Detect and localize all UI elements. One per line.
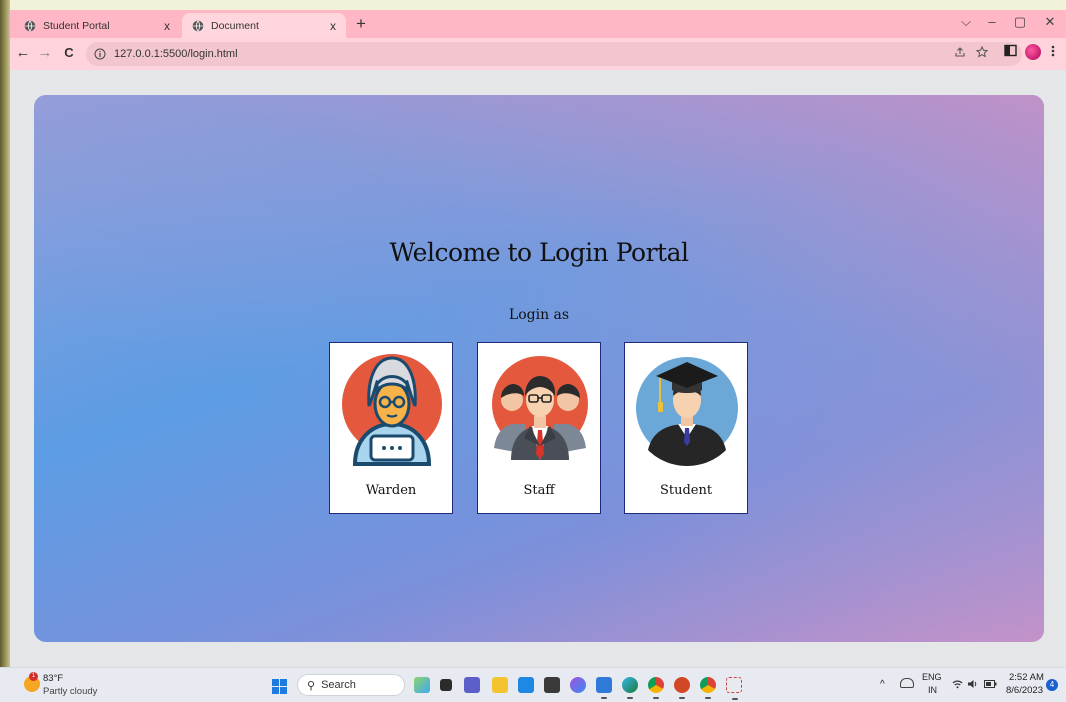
close-tab-icon[interactable]: x bbox=[164, 19, 170, 33]
powerpoint-app-icon[interactable] bbox=[674, 677, 690, 699]
bookmark-star-icon[interactable] bbox=[976, 46, 988, 58]
staff-group-icon bbox=[492, 356, 588, 460]
back-button[interactable]: ← bbox=[14, 44, 32, 61]
staff-login-card[interactable]: Staff bbox=[477, 342, 601, 514]
search-placeholder: Search bbox=[321, 679, 356, 691]
tab-title: Student Portal bbox=[43, 19, 110, 32]
chrome-browser-icon[interactable] bbox=[648, 677, 664, 699]
graduate-student-icon bbox=[636, 357, 738, 466]
tab-title: Document bbox=[211, 19, 259, 32]
tab-student-portal[interactable]: Student Portal x bbox=[14, 13, 180, 38]
site-info-icon[interactable] bbox=[94, 48, 106, 60]
student-login-card[interactable]: Student bbox=[624, 342, 748, 514]
teams-chat-icon[interactable] bbox=[464, 677, 480, 693]
task-view-icon[interactable] bbox=[440, 679, 452, 691]
reload-button[interactable]: C bbox=[60, 45, 78, 60]
profile-avatar[interactable] bbox=[1025, 44, 1041, 60]
terminal-app-icon[interactable] bbox=[544, 677, 560, 693]
tab-bar: Student Portal x Document x + ⌵ – ▢ ✕ bbox=[10, 10, 1066, 38]
vscode-app-icon[interactable] bbox=[596, 677, 612, 699]
notification-count-badge[interactable]: 4 bbox=[1046, 679, 1058, 691]
speaker-icon[interactable] bbox=[967, 679, 978, 689]
warden-login-card[interactable]: Warden bbox=[329, 342, 453, 514]
tab-search-dropdown-icon[interactable]: ⌵ bbox=[956, 14, 976, 30]
staff-label: Staff bbox=[523, 483, 555, 498]
weather-condition[interactable]: Partly cloudy bbox=[43, 686, 97, 697]
globe-icon bbox=[192, 20, 204, 31]
side-panel-icon[interactable] bbox=[1004, 44, 1017, 57]
address-bar[interactable]: 127.0.0.1:5500/login.html bbox=[86, 42, 1022, 66]
browser-toolbar: ← → C 127.0.0.1:5500/login.html bbox=[10, 38, 1066, 70]
warden-label: Warden bbox=[365, 483, 417, 498]
app-l-icon[interactable] bbox=[518, 677, 534, 693]
student-label: Student bbox=[659, 483, 713, 498]
widgets-app-icon[interactable] bbox=[414, 677, 430, 693]
page-viewport: Welcome to Login Portal Login as Warden … bbox=[10, 70, 1066, 667]
clock-date[interactable]: 8/6/2023 bbox=[1006, 685, 1043, 696]
snipping-tool-icon[interactable] bbox=[726, 677, 742, 700]
weather-temperature[interactable]: 83°F bbox=[43, 673, 63, 684]
browser-window: Student Portal x Document x + ⌵ – ▢ ✕ ← … bbox=[10, 10, 1066, 667]
copilot-app-icon[interactable] bbox=[570, 677, 586, 693]
edge-browser-icon[interactable] bbox=[622, 677, 638, 699]
new-tab-button[interactable]: + bbox=[351, 14, 371, 34]
taskbar-search[interactable]: ⚲ Search bbox=[297, 674, 405, 696]
weather-badge: 1 bbox=[29, 672, 38, 681]
wifi-icon[interactable] bbox=[952, 679, 963, 689]
globe-icon bbox=[24, 20, 36, 31]
onedrive-cloud-icon[interactable] bbox=[900, 678, 914, 688]
tab-document[interactable]: Document x bbox=[182, 13, 346, 38]
warden-avatar-icon bbox=[342, 354, 442, 466]
login-as-label: Login as bbox=[508, 307, 570, 323]
login-hero-panel: Welcome to Login Portal Login as Warden … bbox=[34, 95, 1044, 642]
forward-button[interactable]: → bbox=[36, 44, 54, 61]
chrome-profile-icon[interactable] bbox=[700, 677, 716, 699]
close-window-button[interactable]: ✕ bbox=[1040, 14, 1060, 30]
share-icon[interactable] bbox=[954, 46, 966, 58]
search-icon: ⚲ bbox=[307, 679, 316, 692]
page-title: Welcome to Login Portal bbox=[389, 238, 689, 267]
slide-frame-edge bbox=[0, 0, 10, 701]
os-taskbar: 1 83°F Partly cloudy ⚲ Search ^ ENG IN 2… bbox=[0, 667, 1066, 702]
battery-icon[interactable] bbox=[984, 680, 997, 688]
more-menu-icon[interactable] bbox=[1050, 44, 1056, 58]
restore-button[interactable]: ▢ bbox=[1010, 14, 1030, 30]
windows-start-icon[interactable] bbox=[272, 679, 287, 694]
url-text[interactable]: 127.0.0.1:5500/login.html bbox=[114, 48, 238, 60]
clock-time[interactable]: 2:52 AM bbox=[1009, 672, 1044, 683]
tray-overflow-icon[interactable]: ^ bbox=[880, 679, 885, 690]
slide-frame-top bbox=[10, 0, 1066, 10]
language-code[interactable]: ENG bbox=[922, 672, 942, 682]
close-tab-icon[interactable]: x bbox=[330, 19, 336, 33]
region-code[interactable]: IN bbox=[928, 685, 937, 695]
minimize-button[interactable]: – bbox=[982, 14, 1002, 29]
file-explorer-icon[interactable] bbox=[492, 677, 508, 693]
